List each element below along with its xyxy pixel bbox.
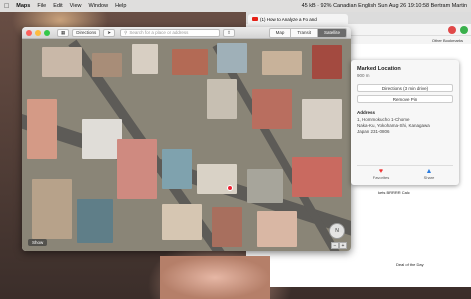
directions-button[interactable]: Directions: [72, 28, 101, 37]
map-building: [162, 149, 192, 189]
menu-bar:  Maps File Edit View Window Help 45 kB …: [0, 0, 471, 12]
map-building: [77, 199, 113, 243]
page-text-snippet-2: Deal of the Day: [396, 262, 424, 267]
tab-satellite[interactable]: Satellite: [317, 28, 346, 37]
address-text: 1, Hommokucho 1-Chome Naka-Ku, Yokohama-…: [357, 117, 453, 135]
tab-map[interactable]: Map: [269, 28, 292, 37]
sidebar-toggle-button[interactable]: ▦: [57, 28, 70, 37]
maps-window: ▦ Directions ➤ ⚲ Search for a place or a…: [22, 27, 351, 251]
directions-drive-button[interactable]: Directions (3 min drive): [357, 84, 453, 92]
popover-distance: 900 m: [357, 73, 370, 78]
youtube-icon: [252, 17, 258, 21]
share-label: Share: [423, 174, 435, 180]
map-building: [302, 99, 342, 139]
close-button[interactable]: [26, 29, 32, 36]
map-building: [117, 139, 157, 199]
share-icon: ▲: [425, 167, 433, 175]
menu-app-name[interactable]: Maps: [16, 3, 30, 9]
view-mode-selector: Map Transit Satellite: [268, 27, 347, 38]
location-arrow-button[interactable]: ➤: [103, 28, 116, 37]
map-building: [32, 179, 72, 239]
map-building: [217, 43, 247, 73]
menu-help[interactable]: Help: [115, 3, 126, 9]
zoom-in-button[interactable]: +: [339, 242, 347, 249]
map-building: [247, 169, 283, 203]
menu-view[interactable]: View: [70, 3, 82, 9]
favorites-button[interactable]: ♥ Favorites: [357, 166, 405, 181]
background-photo: [160, 256, 270, 299]
browser-tab-strip: (1) How to Analyze a Fo and: [246, 12, 471, 24]
popover-actions: ♥ Favorites ▲ Share: [357, 165, 453, 181]
map-building: [207, 79, 237, 119]
map-building: [292, 157, 342, 197]
map-building: [262, 51, 302, 75]
zoom-out-button[interactable]: −: [331, 242, 339, 249]
menu-window[interactable]: Window: [89, 3, 109, 9]
page-text-snippet: kets BRRRR Calc: [378, 190, 410, 195]
browser-tab[interactable]: (1) How to Analyze a Fo and: [248, 14, 348, 24]
minimize-button[interactable]: [35, 29, 41, 36]
menu-edit[interactable]: Edit: [53, 3, 62, 9]
zoom-button[interactable]: [44, 29, 50, 36]
other-bookmarks-link[interactable]: Other Bookmarks: [432, 38, 463, 43]
tab-transit[interactable]: Transit: [291, 28, 318, 37]
zoom-control: − +: [331, 242, 347, 249]
map-building: [252, 89, 292, 129]
compass-icon[interactable]: N: [329, 223, 345, 239]
search-placeholder: Search for a place or address: [129, 30, 189, 35]
map-building: [172, 49, 208, 75]
marked-location-popover: Marked Location 900 m Directions (3 min …: [351, 60, 459, 185]
address-heading: Address: [357, 110, 376, 115]
map-building: [82, 119, 122, 159]
map-building: [42, 47, 82, 77]
map-building: [212, 207, 242, 247]
map-building: [257, 211, 297, 247]
apple-menu-icon[interactable]: : [4, 3, 9, 10]
share-button[interactable]: ⇧: [223, 28, 235, 37]
satellite-map-view[interactable]: Show N − +: [22, 39, 351, 251]
share-location-button[interactable]: ▲ Share: [405, 166, 453, 181]
search-icon: ⚲: [124, 29, 128, 35]
profile-avatar[interactable]: [460, 25, 468, 34]
remove-pin-button[interactable]: Remove Pin: [357, 95, 453, 103]
map-building: [132, 44, 158, 74]
dropped-pin-marker[interactable]: [227, 185, 233, 191]
map-building: [162, 204, 202, 240]
map-building: [312, 45, 342, 79]
menu-file[interactable]: File: [37, 3, 46, 9]
show-button[interactable]: Show: [28, 239, 48, 246]
map-building: [27, 99, 57, 159]
extension-icon[interactable]: [448, 25, 456, 34]
heart-icon: ♥: [378, 167, 384, 175]
browser-tab-title: (1) How to Analyze a Fo and: [260, 16, 317, 22]
address-line: Japan 231-0806: [357, 129, 390, 134]
maps-toolbar: ▦ Directions ➤ ⚲ Search for a place or a…: [22, 27, 351, 39]
search-input[interactable]: ⚲ Search for a place or address: [120, 28, 221, 37]
menu-status-text[interactable]: 45 kB · 92% Canadian English Sun Aug 26 …: [302, 3, 467, 9]
favorites-label: Favorites: [372, 174, 390, 180]
map-building: [92, 53, 122, 77]
popover-title: Marked Location: [357, 66, 401, 72]
